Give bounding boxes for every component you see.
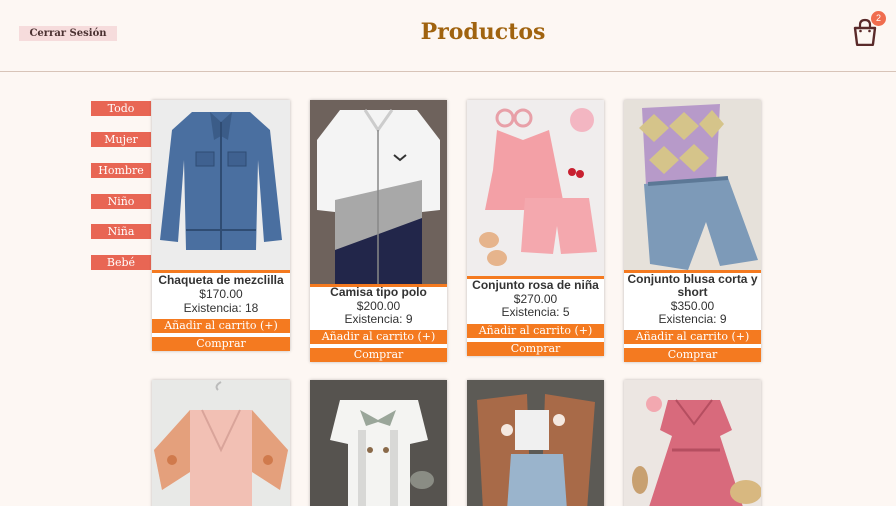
cart-count-badge: 2 bbox=[871, 11, 886, 26]
product-image bbox=[624, 380, 761, 506]
buy-button[interactable]: Comprar bbox=[310, 348, 447, 362]
product-card: Chaqueta de mezclilla $170.00 Existencia… bbox=[152, 100, 290, 351]
product-stock: Existencia: 5 bbox=[501, 305, 570, 319]
product-card: Camisa tipo polo $200.00 Existencia: 9 A… bbox=[310, 100, 447, 362]
buy-button[interactable]: Comprar bbox=[152, 337, 290, 351]
buy-button[interactable]: Comprar bbox=[467, 342, 604, 356]
product-image bbox=[152, 380, 290, 506]
product-card bbox=[152, 380, 290, 506]
category-nino-button[interactable]: Niño bbox=[91, 194, 151, 209]
product-card: Conjunto blusa corta y short $350.00 Exi… bbox=[624, 100, 761, 362]
page-title: Productos bbox=[420, 19, 546, 45]
product-name: Camisa tipo polo bbox=[330, 285, 427, 299]
category-bebe-button[interactable]: Bebé bbox=[91, 255, 151, 270]
product-image bbox=[310, 380, 447, 506]
product-stock: Existencia: 9 bbox=[658, 312, 727, 326]
add-to-cart-button[interactable]: Añadir al carrito (+) bbox=[152, 319, 290, 333]
product-card bbox=[310, 380, 447, 506]
product-card bbox=[467, 380, 604, 506]
product-image bbox=[624, 100, 761, 270]
header: Cerrar Sesión Productos 2 bbox=[0, 0, 896, 72]
product-name: Conjunto rosa de niña bbox=[472, 278, 599, 292]
product-stock: Existencia: 18 bbox=[183, 301, 259, 315]
product-name: Conjunto blusa corta y short bbox=[627, 272, 758, 299]
buy-button[interactable]: Comprar bbox=[624, 348, 761, 362]
product-image bbox=[467, 380, 604, 506]
product-name: Chaqueta de mezclilla bbox=[158, 273, 284, 287]
category-hombre-button[interactable]: Hombre bbox=[91, 163, 151, 178]
add-to-cart-button[interactable]: Añadir al carrito (+) bbox=[310, 330, 447, 344]
add-to-cart-button[interactable]: Añadir al carrito (+) bbox=[624, 330, 761, 344]
add-to-cart-button[interactable]: Añadir al carrito (+) bbox=[467, 324, 604, 338]
product-card bbox=[624, 380, 761, 506]
category-todo-button[interactable]: Todo bbox=[91, 101, 151, 116]
product-price: $170.00 bbox=[199, 287, 243, 301]
product-image bbox=[310, 100, 447, 284]
product-stock: Existencia: 9 bbox=[344, 312, 413, 326]
category-mujer-button[interactable]: Mujer bbox=[91, 132, 151, 147]
product-image bbox=[467, 100, 604, 276]
product-image bbox=[152, 100, 290, 270]
product-card: Conjunto rosa de niña $270.00 Existencia… bbox=[467, 100, 604, 356]
category-nina-button[interactable]: Niña bbox=[91, 224, 151, 239]
